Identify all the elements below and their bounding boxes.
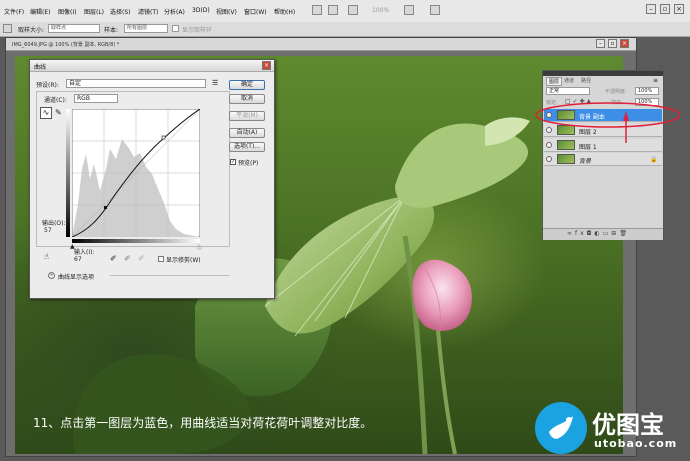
minimize-icon[interactable]: –: [646, 4, 656, 14]
pencil-icon[interactable]: ✎: [55, 108, 62, 117]
tab-channels[interactable]: 通道: [564, 77, 574, 84]
input-label: 输入(I):: [74, 249, 95, 256]
opacity-label: 不透明度:: [605, 89, 627, 95]
zoom-tool-icon[interactable]: [328, 5, 338, 15]
blend-mode-select[interactable]: 正常: [546, 87, 590, 95]
preview-label: 预览(P): [238, 160, 259, 167]
white-point-slider-icon[interactable]: △: [197, 243, 202, 250]
show-ring-label: 显示取样环: [182, 27, 213, 34]
menu-image[interactable]: 图像(I): [58, 7, 76, 16]
output-value[interactable]: 57: [44, 227, 52, 234]
eye-icon[interactable]: [546, 156, 552, 162]
white-eyedropper-icon[interactable]: ✐: [138, 254, 145, 263]
menu-window[interactable]: 窗口(W): [244, 7, 267, 16]
doc-minimize-icon[interactable]: –: [596, 39, 605, 48]
eyedropper-tool-icon[interactable]: [3, 24, 12, 33]
preset-select[interactable]: 自定: [66, 79, 206, 88]
layer-footer-icons[interactable]: ∞fx◘◐▭⊞🗑: [567, 230, 630, 237]
layers-panel-grip[interactable]: [543, 71, 663, 76]
curve-graph[interactable]: [72, 109, 200, 237]
menu-file[interactable]: 文件(F): [4, 7, 24, 16]
restore-icon[interactable]: ▫: [660, 4, 670, 14]
sample-select[interactable]: 所有图层: [124, 24, 168, 33]
tab-layers[interactable]: 图层: [546, 77, 563, 86]
curves-title: 曲线: [34, 64, 47, 71]
menu-layer[interactable]: 图层(L): [84, 7, 104, 16]
zoom-level[interactable]: 100%: [372, 7, 389, 14]
sample-size-select[interactable]: 取样点: [48, 24, 100, 33]
curve-point-low: [104, 206, 107, 209]
auto-button[interactable]: 自动(A): [229, 128, 265, 138]
menu-filter[interactable]: 滤镜(T): [138, 7, 158, 16]
menu-edit[interactable]: 编辑(E): [30, 7, 50, 16]
lock-icon: 🔒: [650, 156, 658, 163]
layer-row-background[interactable]: 背景 🔒: [544, 153, 662, 166]
document-title: IMG_6049.JPG @ 100% (背景 副本, RGB/8) *: [12, 42, 120, 48]
output-label: 输出(O):: [42, 220, 66, 227]
show-clipping-checkbox[interactable]: [158, 256, 164, 262]
on-image-adjust-icon[interactable]: ☝: [44, 252, 49, 261]
show-clipping-label: 显示修剪(W): [166, 257, 201, 264]
menu-analysis[interactable]: 分析(A): [164, 7, 185, 16]
menu-view[interactable]: 视图(V): [216, 7, 237, 16]
display-options-label[interactable]: 曲线显示选项: [58, 272, 94, 281]
preview-checkbox[interactable]: ✓: [230, 159, 236, 165]
black-eyedropper-icon[interactable]: ✐: [110, 254, 117, 263]
channel-label: 通道(C):: [44, 97, 67, 104]
layers-footer: ∞fx◘◐▭⊞🗑: [543, 228, 663, 240]
watermark-url: utobao.com: [594, 437, 678, 450]
show-ring-checkbox[interactable]: [172, 25, 179, 32]
sample-label: 样本:: [104, 27, 119, 34]
arrange-documents-icon[interactable]: [404, 5, 414, 15]
gray-eyedropper-icon[interactable]: ✐: [124, 254, 131, 263]
annotation-ellipse: [535, 102, 680, 143]
smooth-button[interactable]: 平滑(M): [229, 111, 265, 121]
workspace-icon[interactable]: [430, 5, 440, 15]
curves-titlebar[interactable]: 曲线 ×: [30, 60, 274, 72]
sample-size-label: 取样大小:: [18, 27, 45, 34]
display-options-divider: [110, 275, 230, 276]
opacity-input[interactable]: 100%: [635, 87, 659, 95]
options-button[interactable]: 选项(T)...: [229, 142, 265, 152]
ok-button[interactable]: 确定: [229, 80, 265, 90]
screen-mode-icon[interactable]: [348, 5, 358, 15]
curves-close-icon[interactable]: ×: [262, 61, 271, 70]
layer-thumbnail: [557, 154, 575, 164]
input-gradient-bar: [72, 239, 200, 243]
channel-select[interactable]: RGB: [74, 94, 118, 103]
preset-menu-icon[interactable]: ☰: [212, 79, 218, 87]
tutorial-caption: 11、点击第一图层为蓝色，用曲线适当对荷花荷叶调整对比度。: [33, 416, 373, 430]
menu-bar: 文件(F) 编辑(E) 图像(I) 图层(L) 选择(S) 滤镜(T) 分析(A…: [0, 0, 690, 23]
expand-display-options-icon[interactable]: »: [48, 272, 55, 279]
panel-menu-icon[interactable]: ≡: [653, 77, 658, 84]
curve-edit-icon[interactable]: ∿: [40, 107, 52, 119]
curve-point-high: [161, 135, 166, 140]
layer-name: 背景: [579, 158, 592, 165]
utobao-logo-icon: [535, 402, 587, 454]
document-tab[interactable]: IMG_6049.JPG @ 100% (背景 副本, RGB/8) * – ▫…: [6, 38, 636, 51]
options-bar: 取样大小: 取样点 样本: 所有图层 显示取样环: [0, 22, 690, 37]
watermark-title: 优图宝: [592, 411, 664, 439]
menu-3d[interactable]: 3D(D): [192, 7, 210, 14]
menu-help[interactable]: 帮助(H): [274, 7, 295, 16]
preset-label: 预设(R):: [36, 82, 59, 89]
curves-dialog[interactable]: 曲线 × 预设(R): 自定 ☰ 通道(C): RGB ∿ ✎ ▲ △ 输出(O…: [29, 59, 275, 299]
tab-paths[interactable]: 路径: [581, 77, 591, 84]
hand-tool-icon[interactable]: [312, 5, 322, 15]
cancel-button[interactable]: 取消: [229, 94, 265, 104]
input-value[interactable]: 67: [74, 256, 82, 263]
doc-restore-icon[interactable]: ▫: [608, 39, 617, 48]
output-gradient-bar: [66, 109, 70, 237]
doc-close-icon[interactable]: ×: [620, 39, 629, 48]
menu-select[interactable]: 选择(S): [110, 7, 131, 16]
close-icon[interactable]: ×: [674, 4, 684, 14]
